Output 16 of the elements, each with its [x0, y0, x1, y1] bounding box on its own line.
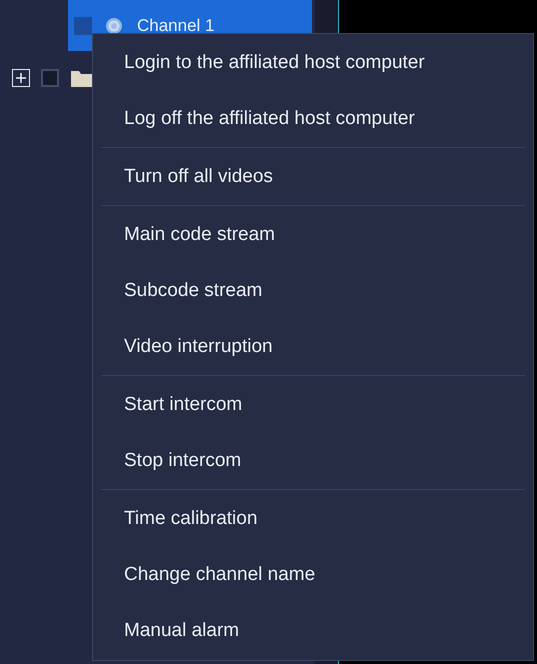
folder-icon — [71, 69, 93, 87]
menu-item[interactable]: Turn off all videos — [93, 149, 533, 205]
menu-item[interactable]: Log off the affiliated host computer — [93, 91, 533, 147]
menu-item[interactable]: Video interruption — [93, 319, 533, 375]
menu-item[interactable]: Time calibration — [93, 491, 533, 547]
channel-label: Channel 1 — [137, 16, 215, 36]
menu-item[interactable]: Stop intercom — [93, 433, 533, 489]
expand-icon[interactable] — [12, 69, 30, 87]
menu-item[interactable]: Main code stream — [93, 207, 533, 263]
checkbox[interactable] — [74, 16, 92, 34]
menu-item[interactable]: Change channel name — [93, 547, 533, 603]
menu-item[interactable]: Subcode stream — [93, 263, 533, 319]
checkbox[interactable] — [41, 69, 59, 87]
camera-channel-icon — [105, 16, 123, 34]
menu-item[interactable]: Manual alarm — [93, 603, 533, 659]
menu-item[interactable]: Start intercom — [93, 377, 533, 433]
